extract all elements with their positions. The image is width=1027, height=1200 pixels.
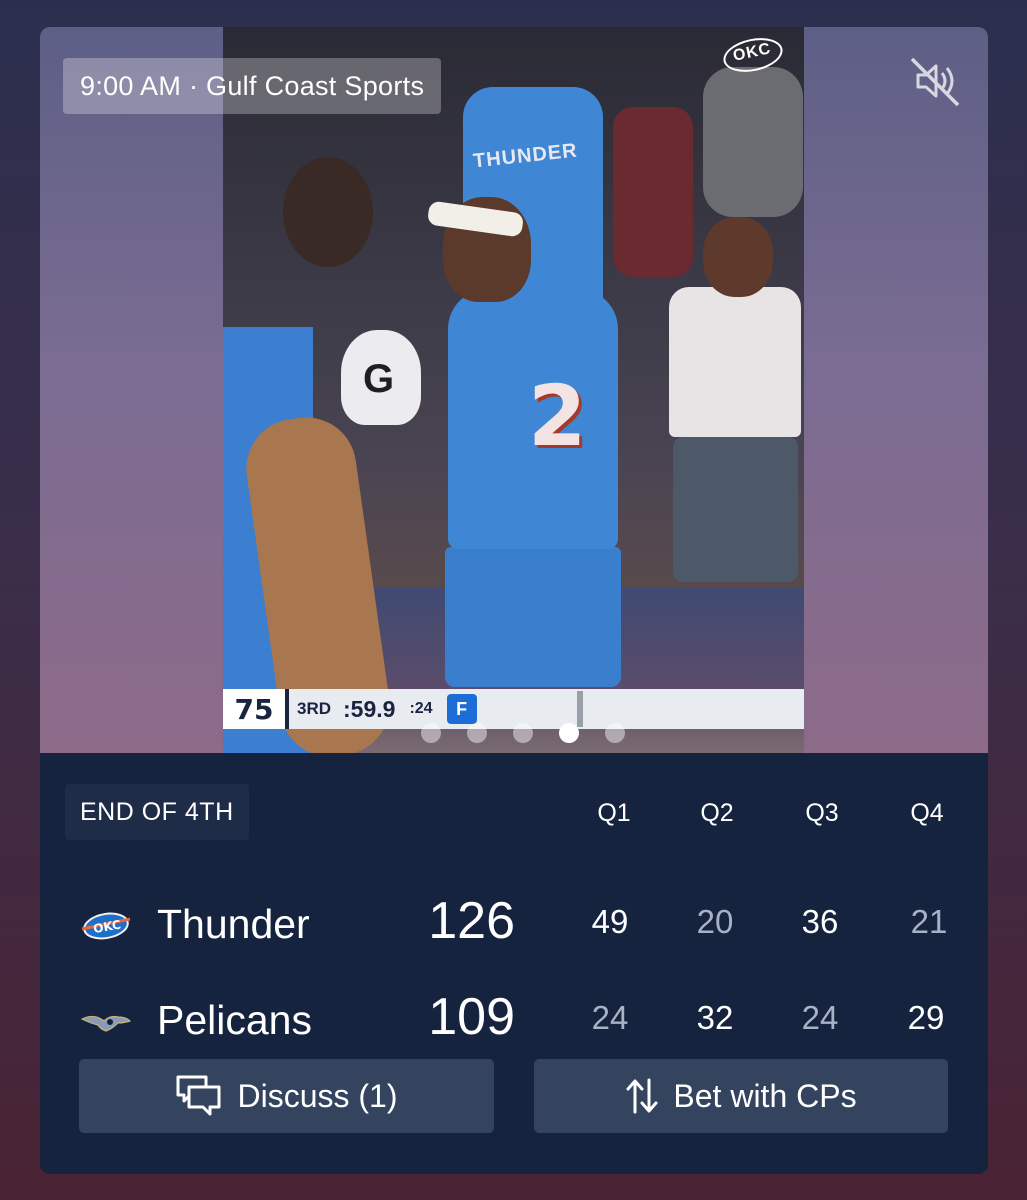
carousel-dot[interactable] xyxy=(605,723,625,743)
scoreboard: END OF 4TH Q1 Q2 Q3 Q4 OKC Thunder 126 4… xyxy=(40,753,988,1174)
scorebug-shot-clock: :24 xyxy=(409,700,433,717)
chat-bubbles-icon xyxy=(176,1075,221,1116)
fanduel-logo: F xyxy=(446,694,477,724)
bet-label: Bet with CPs xyxy=(673,1077,857,1114)
pelicans-logo xyxy=(80,1015,132,1032)
discuss-button[interactable]: Discuss (1) xyxy=(79,1059,494,1133)
game-card: G THUNDER 2 OKC 75 3RD :59.9 :24 F 9:00 … xyxy=(40,27,988,1174)
mute-button[interactable] xyxy=(906,53,962,109)
fan-legs xyxy=(673,437,798,582)
thunder-logo: OKC xyxy=(81,912,131,940)
player-jersey-number: 2 xyxy=(528,367,587,465)
game-status-badge: END OF 4TH xyxy=(65,784,249,840)
fan-shirt xyxy=(669,287,801,437)
quarter-header-q4: Q4 xyxy=(910,799,944,827)
quarter-score: 24 xyxy=(591,999,629,1036)
team-row-thunder[interactable]: OKC Thunder 126 49 20 36 21 xyxy=(40,891,988,961)
gatorade-logo: G xyxy=(363,357,395,401)
carousel-dot-active[interactable] xyxy=(559,723,579,743)
carousel-dot[interactable] xyxy=(421,723,441,743)
quarter-score: 24 xyxy=(801,999,839,1036)
quarter-header-q3: Q3 xyxy=(805,799,839,827)
crowd-person xyxy=(283,157,373,267)
media-carousel[interactable]: G THUNDER 2 OKC 75 3RD :59.9 :24 F 9:00 … xyxy=(40,27,988,753)
quarter-score: 20 xyxy=(696,903,734,940)
bet-button[interactable]: Bet with CPs xyxy=(534,1059,948,1133)
quarter-score: 36 xyxy=(801,903,839,940)
quarter-score: 49 xyxy=(591,903,629,940)
discuss-label: Discuss (1) xyxy=(237,1077,398,1114)
quarter-score: 29 xyxy=(907,999,945,1036)
scorebug-clock: :59.9 xyxy=(343,695,396,722)
up-down-arrows-icon xyxy=(626,1078,658,1114)
team-row-pelicans[interactable]: Pelicans 109 24 32 24 29 xyxy=(40,987,988,1057)
carousel-indicator[interactable] xyxy=(40,723,988,745)
scorebug-period: 3RD xyxy=(297,699,332,718)
crowd-person xyxy=(613,107,693,277)
quarter-header-q1: Q1 xyxy=(597,799,631,827)
fan-head xyxy=(703,217,773,297)
crowd-person xyxy=(703,67,803,217)
quarter-score: 21 xyxy=(910,903,948,940)
highlight-video[interactable]: G THUNDER 2 OKC 75 3RD :59.9 :24 F xyxy=(223,27,804,753)
quarter-header-q2: Q2 xyxy=(700,799,734,827)
team-total-score: 126 xyxy=(428,892,515,950)
player-shorts xyxy=(445,547,621,687)
quarter-score: 32 xyxy=(696,999,734,1036)
team-name: Thunder xyxy=(157,901,310,947)
timestamp-badge: 9:00 AM · Gulf Coast Sports xyxy=(63,58,442,114)
carousel-dot[interactable] xyxy=(513,723,533,743)
team-name: Pelicans xyxy=(157,997,312,1043)
scorebug-divider xyxy=(576,691,583,727)
carousel-dot[interactable] xyxy=(467,723,487,743)
team-total-score: 109 xyxy=(428,988,515,1046)
speaker-muted-icon xyxy=(910,57,960,107)
